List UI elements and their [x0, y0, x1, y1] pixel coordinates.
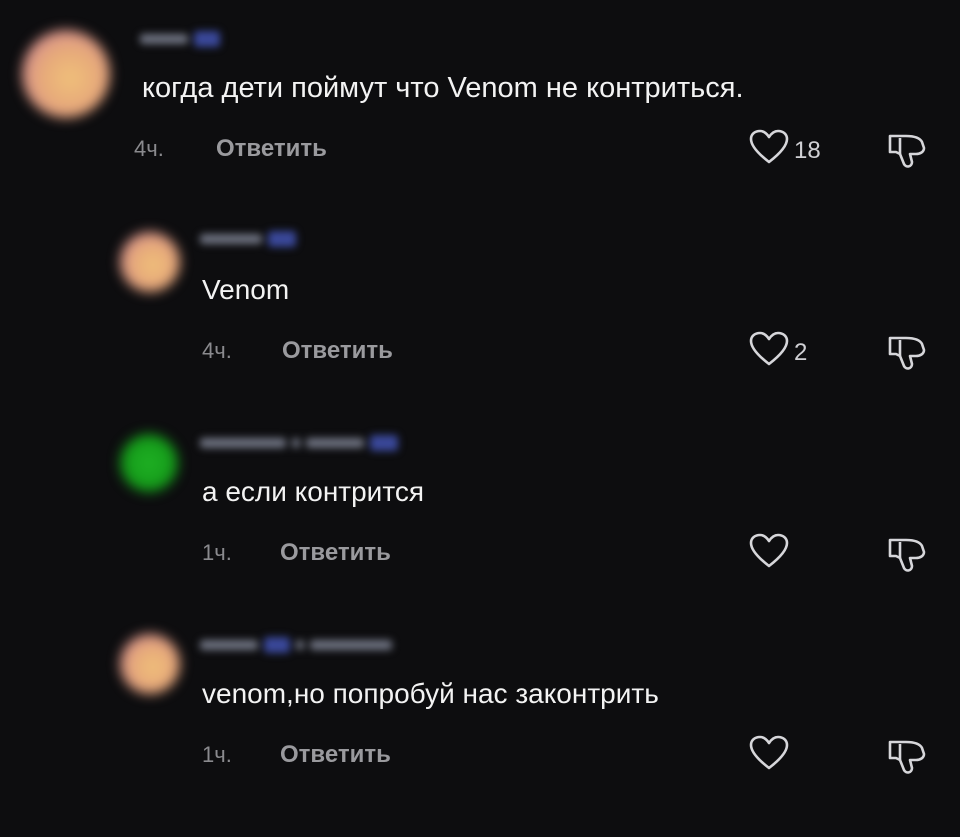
username-redacted[interactable] [200, 432, 398, 454]
dislike-button[interactable] [884, 330, 930, 379]
heart-outline-icon [748, 532, 790, 577]
avatar[interactable] [120, 634, 180, 694]
reply-button[interactable]: Ответить [216, 135, 327, 163]
reply-button[interactable]: Ответить [282, 337, 393, 365]
thumbs-down-outline-icon [884, 134, 930, 176]
dislike-button[interactable] [884, 532, 930, 581]
thumbs-down-outline-icon [884, 538, 930, 580]
avatar[interactable] [120, 434, 178, 492]
like-count: 18 [794, 136, 821, 164]
thumbs-down-outline-icon [884, 336, 930, 378]
username-redacted[interactable] [200, 634, 392, 656]
dislike-button[interactable] [884, 128, 930, 177]
dislike-button[interactable] [884, 734, 930, 783]
reply-button[interactable]: Ответить [280, 741, 391, 769]
like-button[interactable] [748, 734, 794, 779]
heart-outline-icon [748, 128, 790, 173]
like-button[interactable] [748, 532, 794, 577]
heart-outline-icon [748, 734, 790, 779]
comment-timestamp: 4ч. [202, 338, 232, 363]
comment-text: Venom [202, 274, 290, 305]
comment-text: когда дети поймут что Venom не контритьс… [142, 72, 744, 104]
comment-timestamp: 1ч. [202, 742, 232, 767]
avatar[interactable] [120, 232, 180, 292]
comment-text: venom,но попробуй нас законтрить [202, 678, 659, 709]
username-redacted[interactable] [200, 228, 296, 250]
heart-outline-icon [748, 330, 790, 375]
like-count: 2 [794, 338, 808, 366]
like-button[interactable]: 2 [748, 330, 807, 375]
comment-timestamp: 1ч. [202, 540, 232, 565]
username-redacted[interactable] [140, 28, 220, 50]
comment-text: а если контрится [202, 476, 424, 507]
thumbs-down-outline-icon [884, 740, 930, 782]
comment-timestamp: 4ч. [134, 136, 164, 161]
reply-button[interactable]: Ответить [280, 539, 391, 567]
avatar[interactable] [22, 30, 110, 118]
like-button[interactable]: 18 [748, 128, 821, 173]
